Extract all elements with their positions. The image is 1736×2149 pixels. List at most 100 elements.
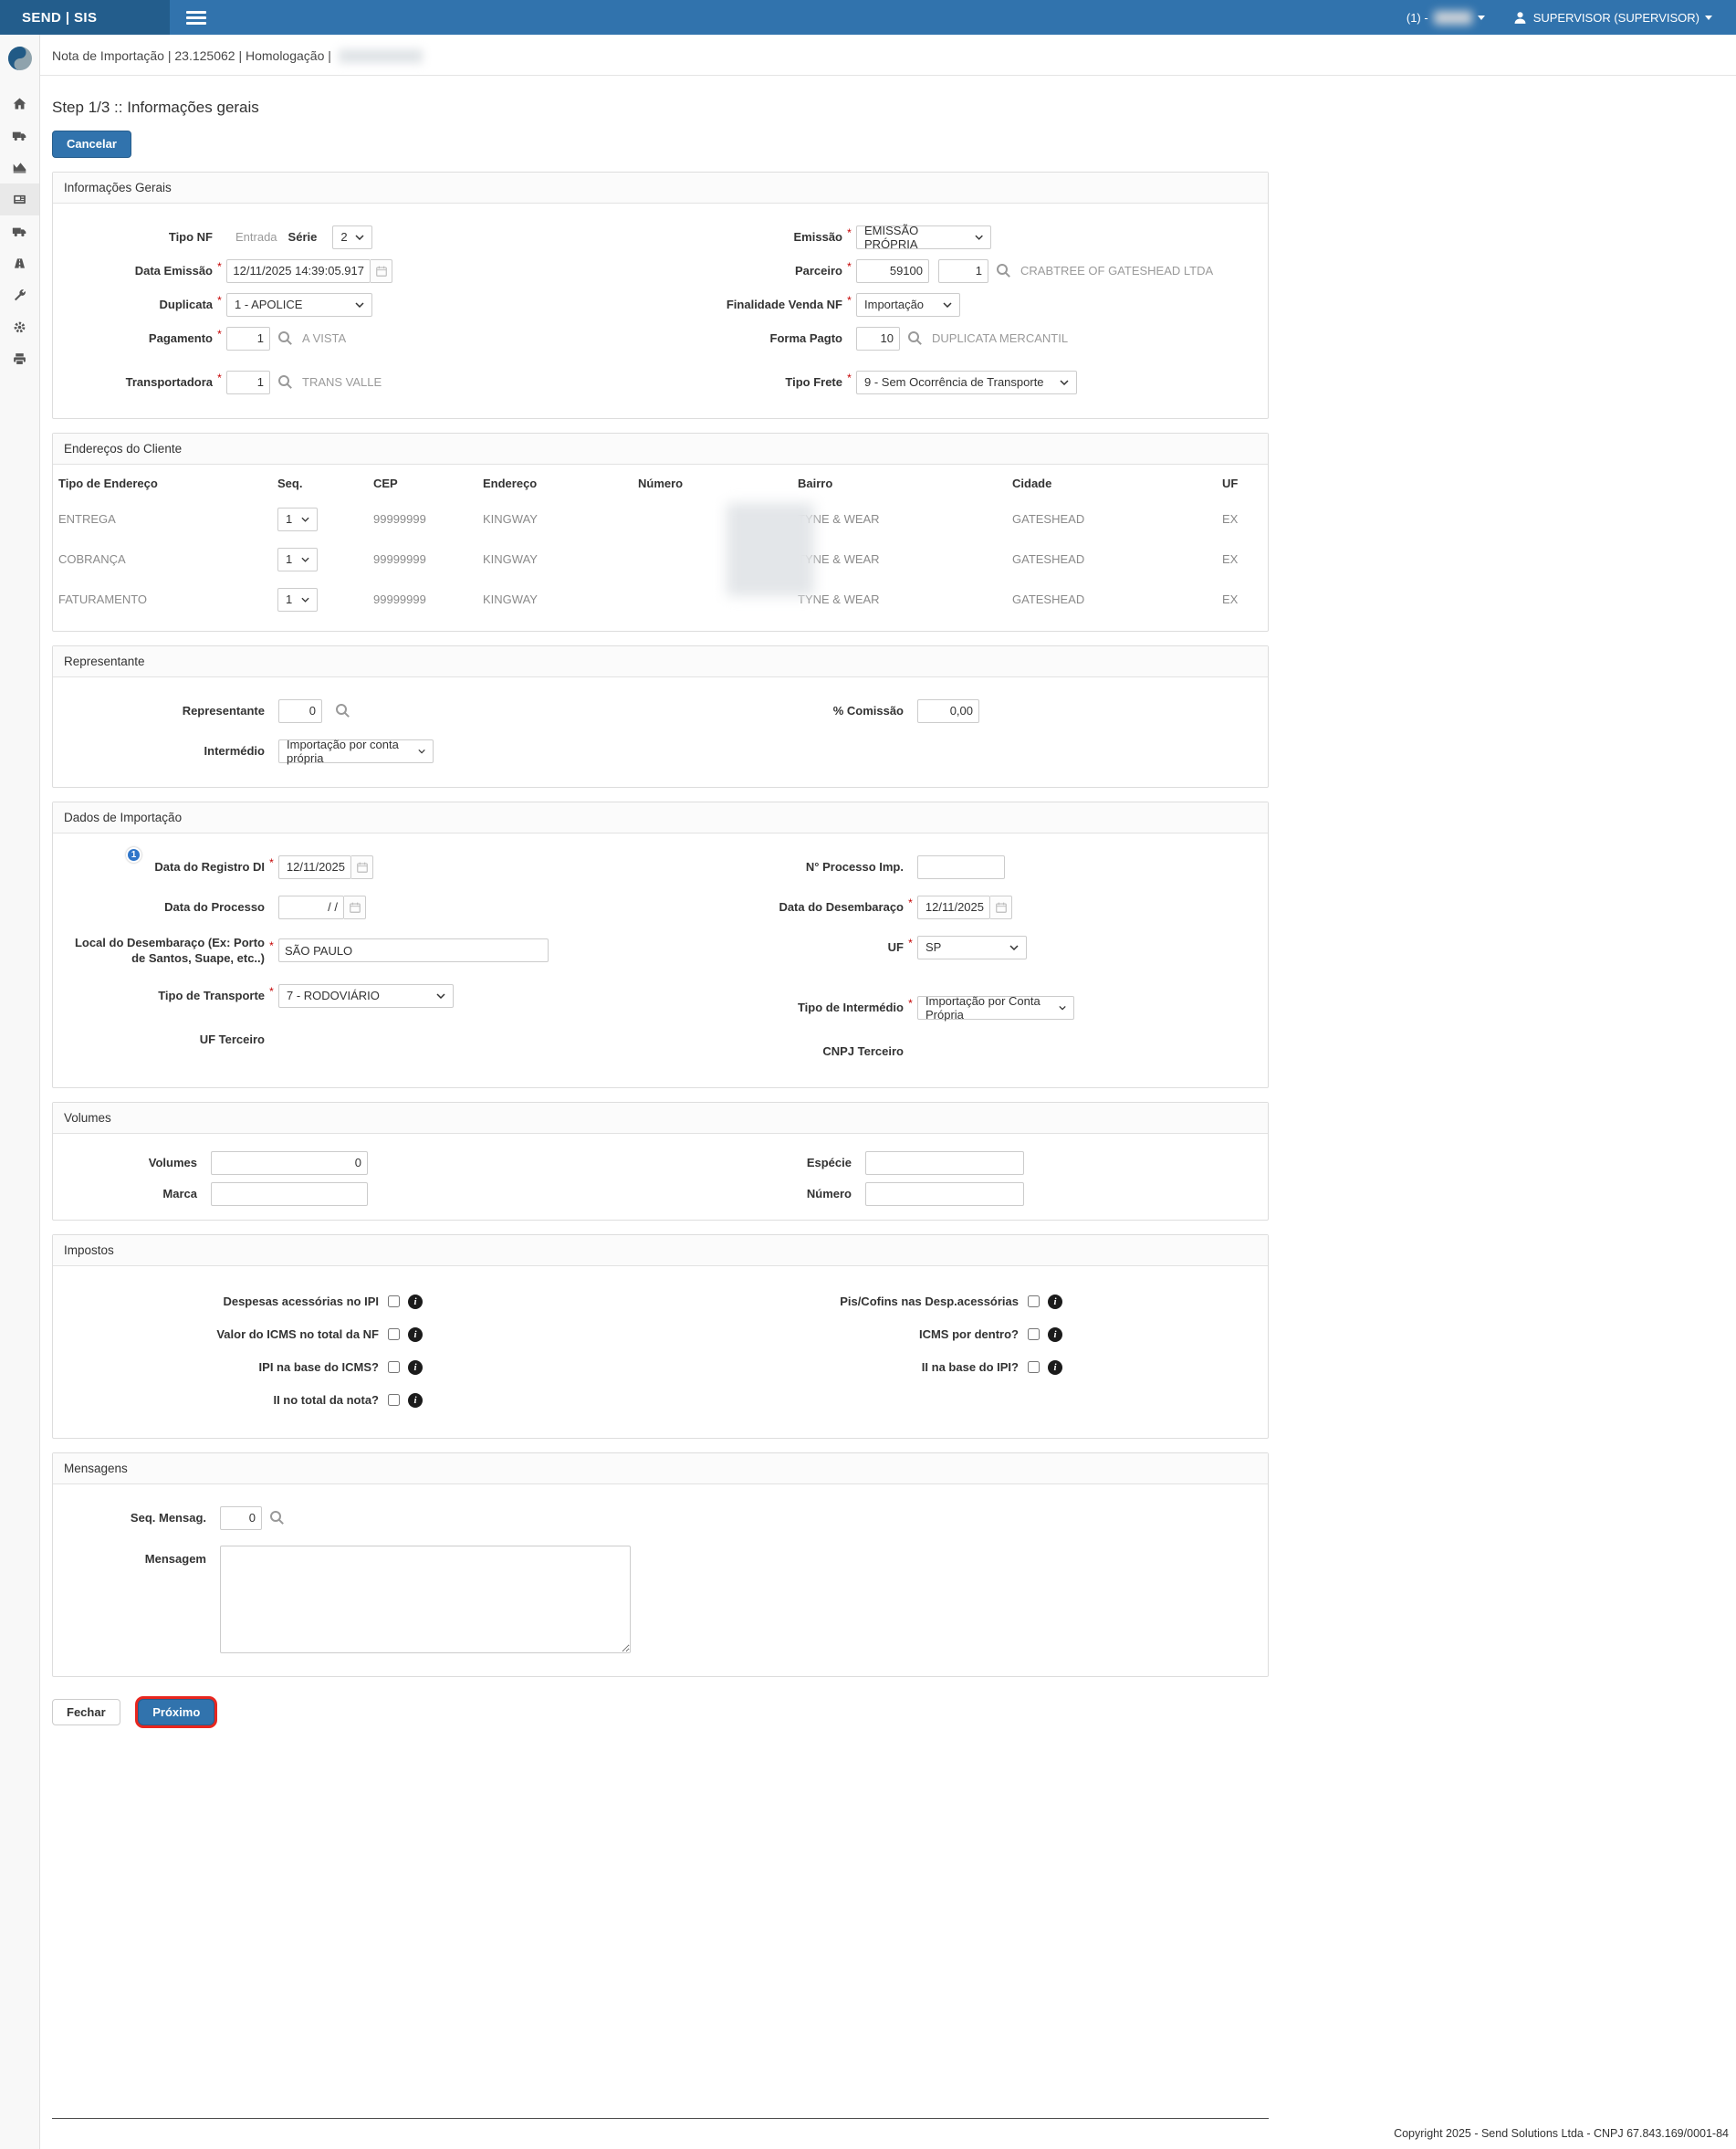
- road-icon: [12, 256, 27, 271]
- sidebar-item-reports[interactable]: [0, 152, 39, 183]
- sidebar-item-home[interactable]: [0, 88, 39, 120]
- address-row-faturamento: FATURAMENTO 1 99999999 KINGWAY TYNE & WE…: [57, 580, 1264, 620]
- duplicata-select[interactable]: 1 - APOLICE: [226, 293, 372, 317]
- sidebar-item-road[interactable]: [0, 247, 39, 279]
- app-brand[interactable]: SEND | SIS: [0, 0, 170, 35]
- registro-di-input[interactable]: 12/11/2025: [278, 855, 351, 879]
- calendar-icon[interactable]: [351, 855, 373, 879]
- tipo-frete-select[interactable]: 9 - Sem Ocorrência de Transporte: [856, 371, 1077, 394]
- search-icon[interactable]: [335, 703, 350, 718]
- info-icon[interactable]: [408, 1295, 423, 1309]
- calendar-icon[interactable]: [344, 896, 366, 919]
- user-menu[interactable]: SUPERVISOR (SUPERVISOR): [1512, 10, 1712, 26]
- intermedio-label: Intermédio: [62, 743, 265, 760]
- next-button[interactable]: Próximo: [138, 1699, 214, 1726]
- search-icon[interactable]: [269, 1510, 285, 1525]
- ipi-base-icms-checkbox[interactable]: [388, 1361, 400, 1373]
- search-icon[interactable]: [996, 263, 1011, 278]
- volumes-label: Volumes: [62, 1155, 197, 1171]
- data-processo-input[interactable]: / /: [278, 896, 344, 919]
- search-icon[interactable]: [277, 330, 293, 346]
- duplicata-label: Duplicata: [62, 297, 213, 313]
- despesas-ipi-checkbox[interactable]: [388, 1295, 400, 1307]
- data-desembaraco-input[interactable]: 12/11/2025: [917, 896, 990, 919]
- required-asterisk: [842, 226, 856, 239]
- required-asterisk: [265, 856, 278, 869]
- content-divider: [52, 2118, 1269, 2119]
- notification-dropdown[interactable]: (1) -: [1407, 11, 1485, 25]
- marca-input[interactable]: [211, 1182, 368, 1206]
- info-badge-1[interactable]: 1: [126, 847, 141, 863]
- transportadora-input[interactable]: 1: [226, 371, 270, 394]
- parceiro-loja-input[interactable]: 1: [938, 259, 988, 283]
- numero-input[interactable]: [865, 1182, 1024, 1206]
- address-row-cobranca: COBRANÇA 1 99999999 KINGWAY TYNE & WEAR …: [57, 540, 1264, 580]
- seq-select[interactable]: 1: [277, 508, 318, 531]
- representante-input[interactable]: 0: [278, 699, 322, 723]
- form-actions: Fechar Próximo: [52, 1699, 1724, 1726]
- app-logo-icon[interactable]: [5, 44, 35, 73]
- sidebar-item-tools[interactable]: [0, 279, 39, 311]
- forma-pagto-input[interactable]: 10: [856, 327, 900, 351]
- parceiro-code-input[interactable]: 59100: [856, 259, 929, 283]
- panel-title: Mensagens: [53, 1453, 1268, 1484]
- info-icon[interactable]: [1048, 1360, 1062, 1375]
- icms-por-dentro-checkbox[interactable]: [1028, 1328, 1040, 1340]
- calendar-icon[interactable]: [371, 259, 392, 283]
- sidebar-item-print[interactable]: [0, 343, 39, 375]
- seq-mensag-input[interactable]: 0: [220, 1506, 262, 1530]
- seq-select[interactable]: 1: [277, 588, 318, 612]
- footer-copyright: Copyright 2025 - Send Solutions Ltda - C…: [40, 2119, 1736, 2149]
- sidebar-item-notas[interactable]: [0, 183, 39, 215]
- calendar-icon[interactable]: [990, 896, 1012, 919]
- marca-label: Marca: [62, 1186, 197, 1202]
- seq-select[interactable]: 1: [277, 548, 318, 571]
- required-asterisk: [842, 372, 856, 384]
- icms-total-nf-checkbox[interactable]: [388, 1328, 400, 1340]
- search-icon[interactable]: [277, 374, 293, 390]
- comissao-input[interactable]: 0,00: [917, 699, 979, 723]
- page-title: Step 1/3 :: Informações gerais: [52, 99, 1724, 117]
- sidebar-item-shipping[interactable]: [0, 120, 39, 152]
- ii-base-ipi-checkbox[interactable]: [1028, 1361, 1040, 1373]
- chevron-down-icon: [975, 235, 983, 240]
- panel-enderecos: Endereços do Cliente Tipo de EndereçoSeq…: [52, 433, 1269, 632]
- local-desembaraco-input[interactable]: SÃO PAULO: [278, 938, 549, 962]
- cancel-button[interactable]: Cancelar: [52, 131, 131, 158]
- close-button[interactable]: Fechar: [52, 1699, 120, 1726]
- especie-input[interactable]: [865, 1151, 1024, 1175]
- serie-select[interactable]: 2: [332, 225, 372, 249]
- required-asterisk: [213, 260, 226, 273]
- hamburger-menu-icon[interactable]: [186, 11, 206, 25]
- chevron-down-icon: [1059, 1005, 1066, 1011]
- data-emissao-input[interactable]: 12/11/2025 14:39:05.917: [226, 259, 371, 283]
- parceiro-label: Parceiro: [664, 263, 842, 279]
- piscofins-desp-checkbox[interactable]: [1028, 1295, 1040, 1307]
- local-desembaraco-label: Local do Desembaraço (Ex: Porto de Santo…: [62, 935, 265, 967]
- processo-imp-input[interactable]: [917, 855, 1005, 879]
- intermedio-select[interactable]: Importação por conta própria: [278, 739, 434, 763]
- pagamento-input[interactable]: 1: [226, 327, 270, 351]
- processo-imp-label: N° Processo Imp.: [664, 859, 904, 875]
- redacted-address: [727, 503, 814, 596]
- sidebar-item-logistics[interactable]: [0, 215, 39, 247]
- sidebar-item-settings[interactable]: [0, 311, 39, 343]
- ii-total-nota-checkbox[interactable]: [388, 1394, 400, 1406]
- info-icon[interactable]: [408, 1327, 423, 1342]
- numero-label: Número: [664, 1186, 852, 1202]
- tipo-intermedio-select[interactable]: Importação por Conta Própria: [917, 996, 1074, 1020]
- emissao-select[interactable]: EMISSÃO PRÓPRIA: [856, 225, 991, 249]
- mensagem-textarea[interactable]: [220, 1546, 631, 1653]
- finalidade-select[interactable]: Importação: [856, 293, 960, 317]
- search-icon[interactable]: [907, 330, 923, 346]
- info-icon[interactable]: [408, 1393, 423, 1408]
- volumes-input[interactable]: 0: [211, 1151, 368, 1175]
- uf-select[interactable]: SP: [917, 936, 1027, 959]
- breadcrumb-text: Nota de Importação | 23.125062 | Homolog…: [52, 48, 331, 63]
- info-icon[interactable]: [1048, 1295, 1062, 1309]
- tipo-transporte-select[interactable]: 7 - RODOVIÁRIO: [278, 984, 454, 1008]
- forma-pagto-label: Forma Pagto: [664, 330, 842, 347]
- info-icon[interactable]: [408, 1360, 423, 1375]
- required-asterisk: [842, 260, 856, 273]
- info-icon[interactable]: [1048, 1327, 1062, 1342]
